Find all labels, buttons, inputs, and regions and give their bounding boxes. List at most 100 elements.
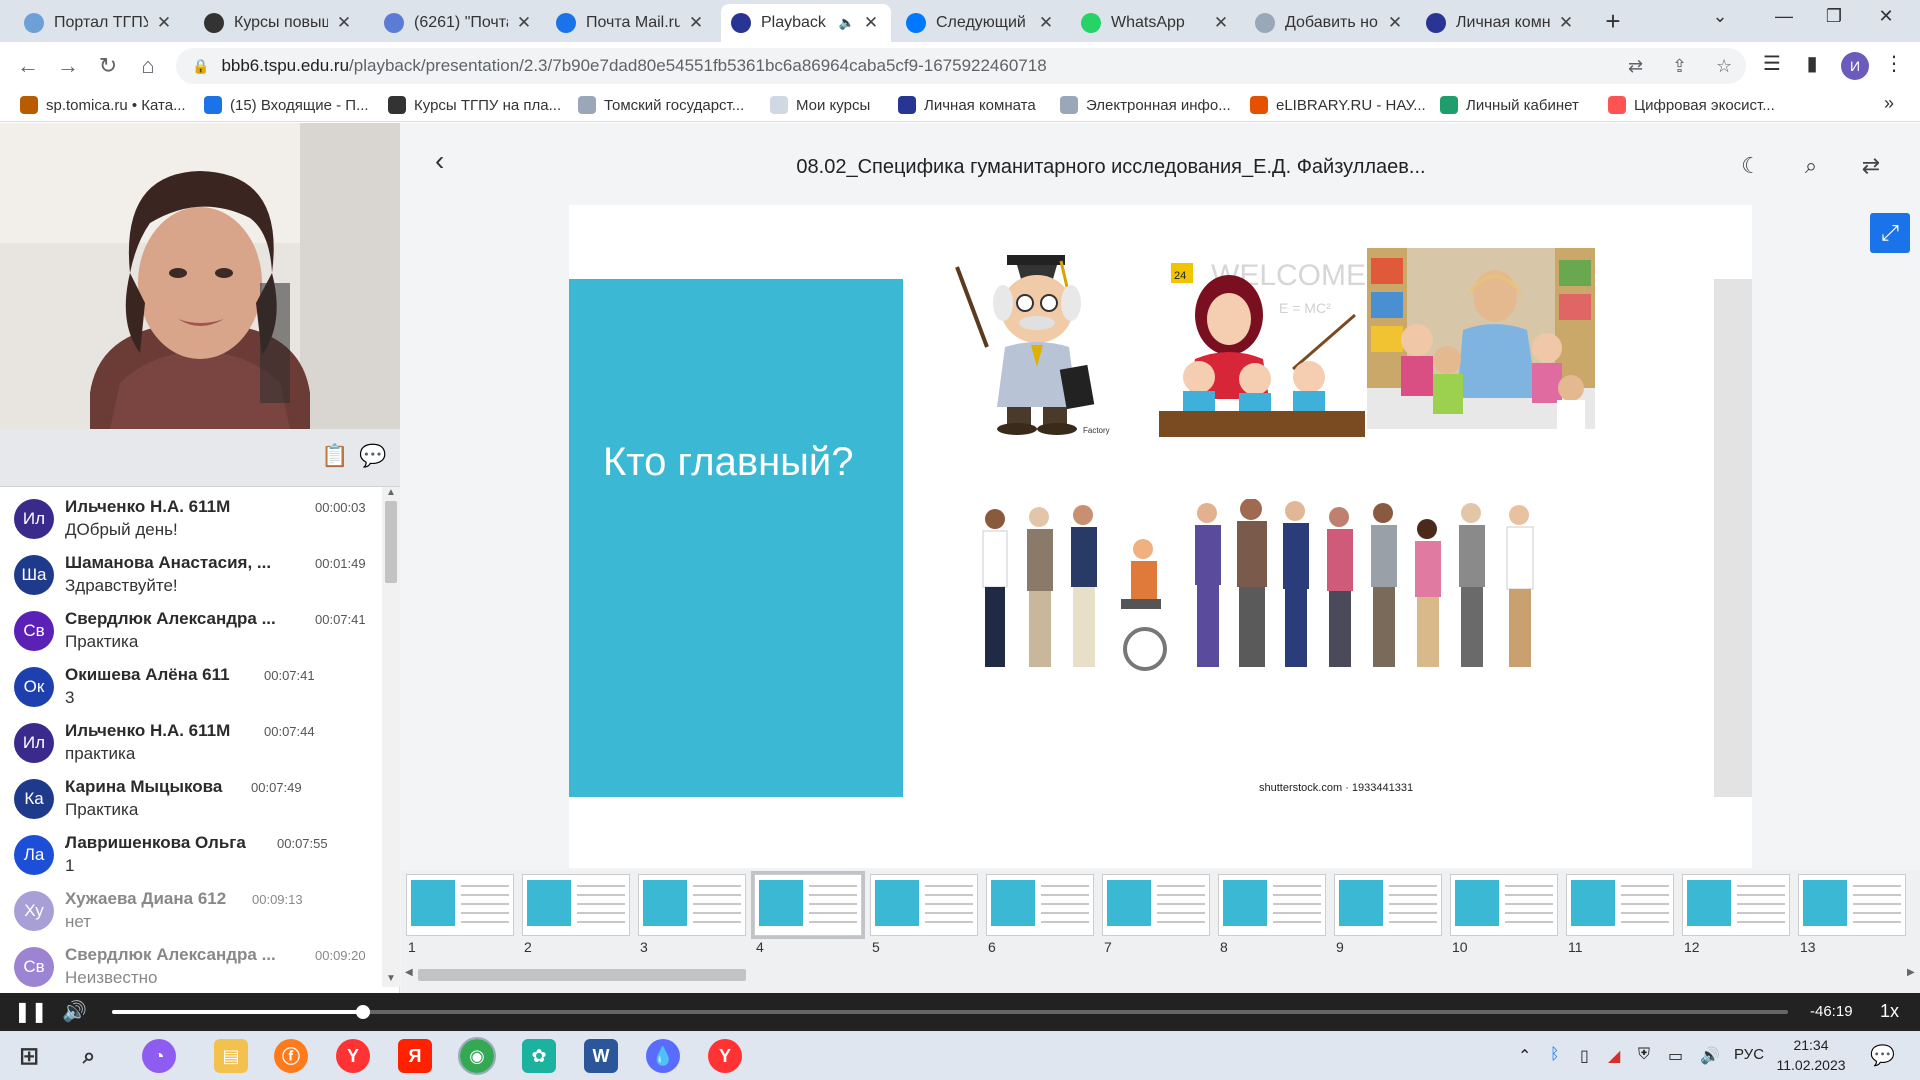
bookmark-star-icon[interactable]: ☆ <box>1716 56 1732 77</box>
search-icon[interactable]: ⌕ <box>1797 153 1825 179</box>
chat-scrollbar[interactable]: ▲ ▼ <box>382 487 400 987</box>
tab-close-icon[interactable]: ✕ <box>686 13 706 33</box>
chat-timestamp[interactable]: 00:07:41 <box>315 612 366 627</box>
bookmark-8[interactable]: eLIBRARY.RU - НАУ... <box>1250 96 1426 114</box>
slide-thumbnail[interactable] <box>1798 874 1906 936</box>
minimize-icon[interactable]: — <box>1764 6 1804 27</box>
chat-timestamp[interactable]: 00:07:41 <box>264 668 315 683</box>
slide-thumbnail[interactable] <box>1566 874 1674 936</box>
chat-timestamp[interactable]: 00:00:03 <box>315 500 366 515</box>
bookmark-1[interactable]: sp.tomica.ru • Ката... <box>20 96 186 114</box>
antivirus-icon[interactable]: ◢ <box>1608 1046 1620 1066</box>
chat-icon[interactable]: 💬 <box>358 443 388 473</box>
tab-close-icon[interactable]: ✕ <box>1385 13 1405 33</box>
defender-icon[interactable]: ⛨ <box>1638 1046 1650 1064</box>
scroll-right-icon[interactable]: ▶ <box>1907 967 1915 978</box>
yandex-icon[interactable]: Я <box>398 1039 432 1073</box>
tab-close-icon[interactable]: ✕ <box>1556 13 1576 33</box>
bookmark-5[interactable]: Мои курсы <box>770 96 870 114</box>
file-explorer-icon[interactable]: ▤ <box>214 1039 248 1073</box>
chat-timestamp[interactable]: 00:07:55 <box>277 836 328 851</box>
paws-app-icon[interactable]: ✿ <box>522 1039 556 1073</box>
tray-expand-icon[interactable]: ⌃ <box>1518 1046 1531 1066</box>
menu-icon[interactable]: ⋮ <box>1880 51 1908 76</box>
tab-close-icon[interactable]: ✕ <box>514 13 534 33</box>
word-icon[interactable]: W <box>584 1039 618 1073</box>
tab-3[interactable]: (6261) "Почта... ✕ <box>374 4 544 42</box>
address-bar[interactable]: 🔒 bbb6.tspu.edu.ru/playback/presentation… <box>176 48 1746 84</box>
tab-8[interactable]: Добавить нов... ✕ <box>1245 4 1415 42</box>
close-window-icon[interactable]: ✕ <box>1866 6 1906 27</box>
swap-layout-icon[interactable]: ⇄ <box>1857 153 1885 179</box>
bookmark-10[interactable]: Цифровая экосист... <box>1608 96 1775 114</box>
notifications-icon[interactable]: 💬 <box>1870 1043 1895 1068</box>
search-taskbar-icon[interactable]: ⌕ <box>72 1039 106 1073</box>
bookmark-7[interactable]: Электронная инфо... <box>1060 96 1231 114</box>
side-panel-icon[interactable]: ▮ <box>1798 51 1826 76</box>
tab-1[interactable]: Портал ТГПУ ✕ <box>14 4 184 42</box>
slide-thumbnail[interactable] <box>986 874 1094 936</box>
volume-icon[interactable]: 🔊 <box>62 999 87 1024</box>
alice-assistant-icon[interactable]: ◔ <box>142 1039 176 1073</box>
chat-timestamp[interactable]: 00:09:20 <box>315 948 366 963</box>
slide-thumbnail[interactable] <box>522 874 630 936</box>
yandex-browser-icon[interactable]: Y <box>336 1039 370 1073</box>
scroll-left-icon[interactable]: ◀ <box>405 967 413 978</box>
scroll-down-icon[interactable]: ▼ <box>386 973 396 984</box>
tab-close-icon[interactable]: ✕ <box>334 13 354 33</box>
chat-timestamp[interactable]: 00:07:49 <box>251 780 302 795</box>
tab-4[interactable]: Почта Mail.ru ✕ <box>546 4 716 42</box>
reload-icon[interactable]: ↻ <box>94 52 122 80</box>
slide-thumbnail[interactable] <box>638 874 746 936</box>
tab-close-icon[interactable]: ✕ <box>861 13 881 33</box>
notes-icon[interactable]: 📋 <box>320 443 350 473</box>
bookmarks-more-button[interactable]: » <box>1884 93 1894 114</box>
tab-5[interactable]: Playback 🔈 ✕ <box>721 4 891 42</box>
slide-thumbnail[interactable] <box>1102 874 1210 936</box>
forward-icon[interactable]: → <box>54 52 82 80</box>
reading-list-icon[interactable]: ☰ <box>1758 51 1786 76</box>
firefox-icon[interactable]: ⓕ <box>274 1039 308 1073</box>
share-icon[interactable]: ⇪ <box>1672 56 1687 77</box>
usb-icon[interactable]: ▯ <box>1580 1046 1589 1066</box>
speaker-icon[interactable]: 🔊 <box>1700 1046 1720 1066</box>
bluetooth-icon[interactable]: ᛒ <box>1550 1046 1560 1064</box>
profile-avatar[interactable]: И <box>1841 52 1869 80</box>
bookmark-6[interactable]: Личная комната <box>898 96 1036 114</box>
chat-timestamp[interactable]: 00:07:44 <box>264 724 315 739</box>
tab-close-icon[interactable]: ✕ <box>1211 13 1231 33</box>
language-indicator[interactable]: РУС <box>1734 1046 1764 1063</box>
bookmark-9[interactable]: Личный кабинет <box>1440 96 1579 114</box>
slide-thumbnail[interactable] <box>870 874 978 936</box>
playback-speed-button[interactable]: 1x <box>1880 1001 1899 1022</box>
tab-9[interactable]: Личная комн... ✕ <box>1416 4 1586 42</box>
tab-audio-icon[interactable]: 🔈 <box>839 15 855 31</box>
slide-thumbnail[interactable] <box>1682 874 1790 936</box>
slide-thumbnail[interactable] <box>1218 874 1326 936</box>
slide-thumbnail[interactable] <box>406 874 514 936</box>
back-icon[interactable]: ← <box>14 52 42 80</box>
new-tab-button[interactable]: + <box>1598 6 1628 37</box>
slide-thumbnail[interactable] <box>1450 874 1558 936</box>
scroll-up-icon[interactable]: ▲ <box>386 487 396 498</box>
thumbnail-scroll-thumb[interactable] <box>418 969 746 981</box>
yandex-browser-2-icon[interactable]: Y <box>708 1039 742 1073</box>
tab-close-icon[interactable]: ✕ <box>1036 13 1056 33</box>
windows-start-icon[interactable]: ⊞ <box>12 1039 46 1073</box>
drop-app-icon[interactable]: 💧 <box>646 1039 680 1073</box>
progress-knob[interactable] <box>356 1005 371 1019</box>
system-clock[interactable]: 21:34 11.02.2023 <box>1776 1035 1846 1075</box>
webcam-video[interactable] <box>0 123 400 429</box>
chat-timestamp[interactable]: 00:01:49 <box>315 556 366 571</box>
back-chevron-icon[interactable]: ‹ <box>435 145 444 177</box>
tab-search-icon[interactable]: ⌄ <box>1700 6 1740 27</box>
progress-bar[interactable] <box>112 1005 1788 1019</box>
bookmark-4[interactable]: Томский государст... <box>578 96 744 114</box>
maximize-icon[interactable]: ❐ <box>1814 6 1854 27</box>
network-icon[interactable]: ▭ <box>1668 1046 1683 1066</box>
translate-icon[interactable]: ⇄ <box>1628 56 1643 77</box>
tab-2[interactable]: Курсы повыш... ✕ <box>194 4 364 42</box>
fullscreen-icon[interactable]: ⤢ <box>1870 213 1910 253</box>
dark-mode-icon[interactable]: ☾ <box>1737 153 1765 179</box>
tab-close-icon[interactable]: ✕ <box>154 13 174 33</box>
